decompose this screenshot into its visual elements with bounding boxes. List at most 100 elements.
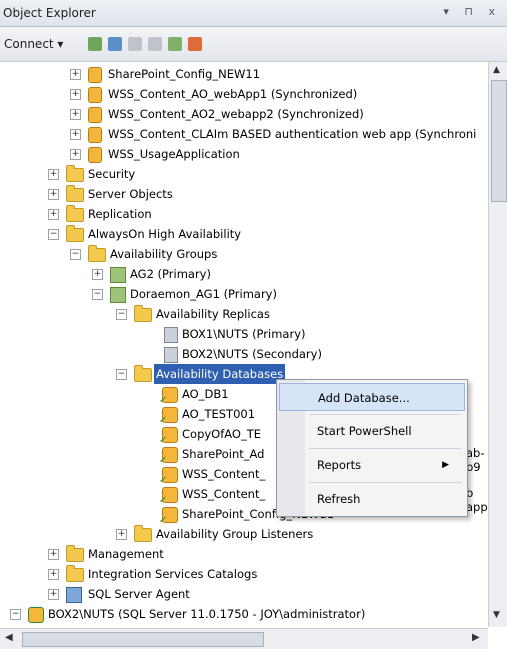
tree-item-label: Security <box>88 167 136 181</box>
tree-row[interactable]: − BOX2\NUTS (SQL Server 11.0.1750 - JOY\… <box>0 604 487 624</box>
collapse-icon[interactable]: − <box>116 309 127 320</box>
tree-row[interactable]: + Replication <box>0 204 487 224</box>
tree-item-label: SharePoint_Config_NEW11 <box>108 67 261 81</box>
expand-icon[interactable]: + <box>70 149 81 160</box>
folder-icon <box>66 185 84 202</box>
vertical-scrollbar[interactable]: ▲ ▼ <box>488 62 507 627</box>
tree-item-label: Availability Groups <box>110 247 218 261</box>
stop-icon[interactable] <box>128 37 142 51</box>
database-icon <box>88 127 102 143</box>
scroll-right-icon[interactable]: ▶ <box>472 632 480 643</box>
collapse-icon[interactable]: − <box>92 289 103 300</box>
filter-icon[interactable] <box>148 37 162 51</box>
tree-row[interactable]: − Doraemon_AG1 (Primary) <box>0 284 487 304</box>
availability-group-icon <box>110 287 126 303</box>
menu-item-label: Reports <box>317 458 362 472</box>
tree-item-label: BOX2\NUTS (SQL Server 11.0.1750 - JOY\ad… <box>48 607 366 621</box>
tree-row[interactable]: + Security <box>0 164 487 184</box>
panel-window-controls[interactable]: ▾ ⊓ x <box>443 5 501 18</box>
tree-item-label: CopyOfAO_TE <box>182 427 262 441</box>
vertical-scroll-thumb[interactable] <box>491 80 507 202</box>
tree-row[interactable]: + WSS_UsageApplication <box>0 144 487 164</box>
tree-item-label: Availability Databases <box>154 364 286 384</box>
expand-icon[interactable]: + <box>116 529 127 540</box>
database-check-icon <box>159 447 178 471</box>
tree-row[interactable]: BOX1\NUTS (Primary) <box>0 324 487 344</box>
database-check-icon <box>159 507 178 531</box>
tree-row[interactable]: + Availability Group Listeners <box>0 524 487 544</box>
tree-item-label: BOX1\NUTS (Primary) <box>182 327 306 341</box>
menu-item-reports[interactable]: Reports ▶ <box>279 451 465 479</box>
connect-button[interactable]: Connect ▾ <box>4 37 63 51</box>
database-icon <box>88 107 102 123</box>
tree-row[interactable]: + AG2 (Primary) <box>0 264 487 284</box>
context-menu: Add Database... Start PowerShell Reports… <box>276 379 468 517</box>
menu-item-start-powershell[interactable]: Start PowerShell <box>279 417 465 445</box>
tree-row[interactable]: − Availability Groups <box>0 244 487 264</box>
collapse-icon[interactable]: − <box>70 249 81 260</box>
tree-row[interactable]: + Integration Services Catalogs <box>0 564 487 584</box>
tree-item-label: WSS_UsageApplication <box>108 147 240 161</box>
tree-item-label: WSS_Content_AO_webApp1 (Synchronized) <box>108 87 358 101</box>
expand-icon[interactable]: + <box>70 69 81 80</box>
expand-icon[interactable]: + <box>70 109 81 120</box>
horizontal-scrollbar[interactable]: ◀ ▶ <box>0 628 488 649</box>
server-icon <box>28 607 44 623</box>
sql-agent-icon <box>66 587 82 603</box>
expand-icon[interactable]: + <box>70 89 81 100</box>
activity-monitor-icon[interactable] <box>188 37 202 51</box>
menu-item-refresh[interactable]: Refresh <box>279 485 465 513</box>
database-check-icon <box>159 467 178 491</box>
tree-row[interactable]: + SharePoint_Config_NEW11 <box>0 64 487 84</box>
object-explorer-tree: + SharePoint_Config_NEW11 + WSS_Content_… <box>0 62 487 627</box>
expand-icon[interactable]: + <box>48 589 59 600</box>
collapse-icon[interactable]: − <box>48 229 59 240</box>
tree-row[interactable]: + Server Objects <box>0 184 487 204</box>
tree-row[interactable]: BOX2\NUTS (Secondary) <box>0 344 487 364</box>
menu-item-label: Start PowerShell <box>317 424 412 438</box>
expand-icon[interactable]: + <box>48 169 59 180</box>
expand-icon[interactable]: + <box>48 209 59 220</box>
scroll-up-icon[interactable]: ▲ <box>493 65 500 75</box>
database-check-icon <box>159 487 178 511</box>
folder-icon <box>134 305 152 322</box>
availability-group-icon <box>110 267 126 283</box>
expand-icon[interactable]: + <box>70 129 81 140</box>
tree-row[interactable]: + WSS_Content_AO2_webapp2 (Synchronized) <box>0 104 487 124</box>
tree-row[interactable]: + Management <box>0 544 487 564</box>
object-explorer-titlebar: Object Explorer ▾ ⊓ x <box>0 0 507 27</box>
scroll-left-icon[interactable]: ◀ <box>5 632 13 643</box>
database-check-icon <box>159 427 178 451</box>
tree-item-label: AO_TEST001 <box>182 407 256 421</box>
expand-icon[interactable]: + <box>92 269 103 280</box>
tree-row[interactable]: − Availability Replicas <box>0 304 487 324</box>
submenu-arrow-icon: ▶ <box>442 460 449 470</box>
menu-item-add-database[interactable]: Add Database... <box>279 383 465 411</box>
truncated-label-suffix: b app <box>466 486 487 514</box>
menu-item-label: Refresh <box>317 492 361 506</box>
expand-icon[interactable]: + <box>48 569 59 580</box>
connect-object-explorer-icon[interactable] <box>88 37 102 51</box>
disconnect-icon[interactable] <box>108 37 122 51</box>
tree-row[interactable]: + WSS_Content_CLAIm BASED authentication… <box>0 124 487 144</box>
tree-item-label: Integration Services Catalogs <box>88 567 258 581</box>
panel-title: Object Explorer <box>3 6 96 20</box>
collapse-icon[interactable]: − <box>116 369 127 380</box>
tree-row[interactable]: + SQL Server Agent <box>0 584 487 604</box>
refresh-icon[interactable] <box>168 37 182 51</box>
scroll-down-icon[interactable]: ▼ <box>493 610 500 620</box>
tree-item-label: Server Objects <box>88 187 173 201</box>
truncated-label-suffix: ab-b9 <box>466 446 485 474</box>
horizontal-scroll-thumb[interactable] <box>22 632 264 647</box>
tree-item-label: BOX2\NUTS (Secondary) <box>182 347 322 361</box>
folder-icon <box>88 245 106 262</box>
expand-icon[interactable]: + <box>48 549 59 560</box>
menu-item-label: Add Database... <box>318 391 410 405</box>
collapse-icon[interactable]: − <box>10 609 21 620</box>
tree-row[interactable]: + WSS_Content_AO_webApp1 (Synchronized) <box>0 84 487 104</box>
folder-icon <box>66 205 84 222</box>
folder-icon <box>66 165 84 182</box>
tree-item-label: AO_DB1 <box>182 387 229 401</box>
expand-icon[interactable]: + <box>48 189 59 200</box>
tree-row[interactable]: − AlwaysOn High Availability <box>0 224 487 244</box>
